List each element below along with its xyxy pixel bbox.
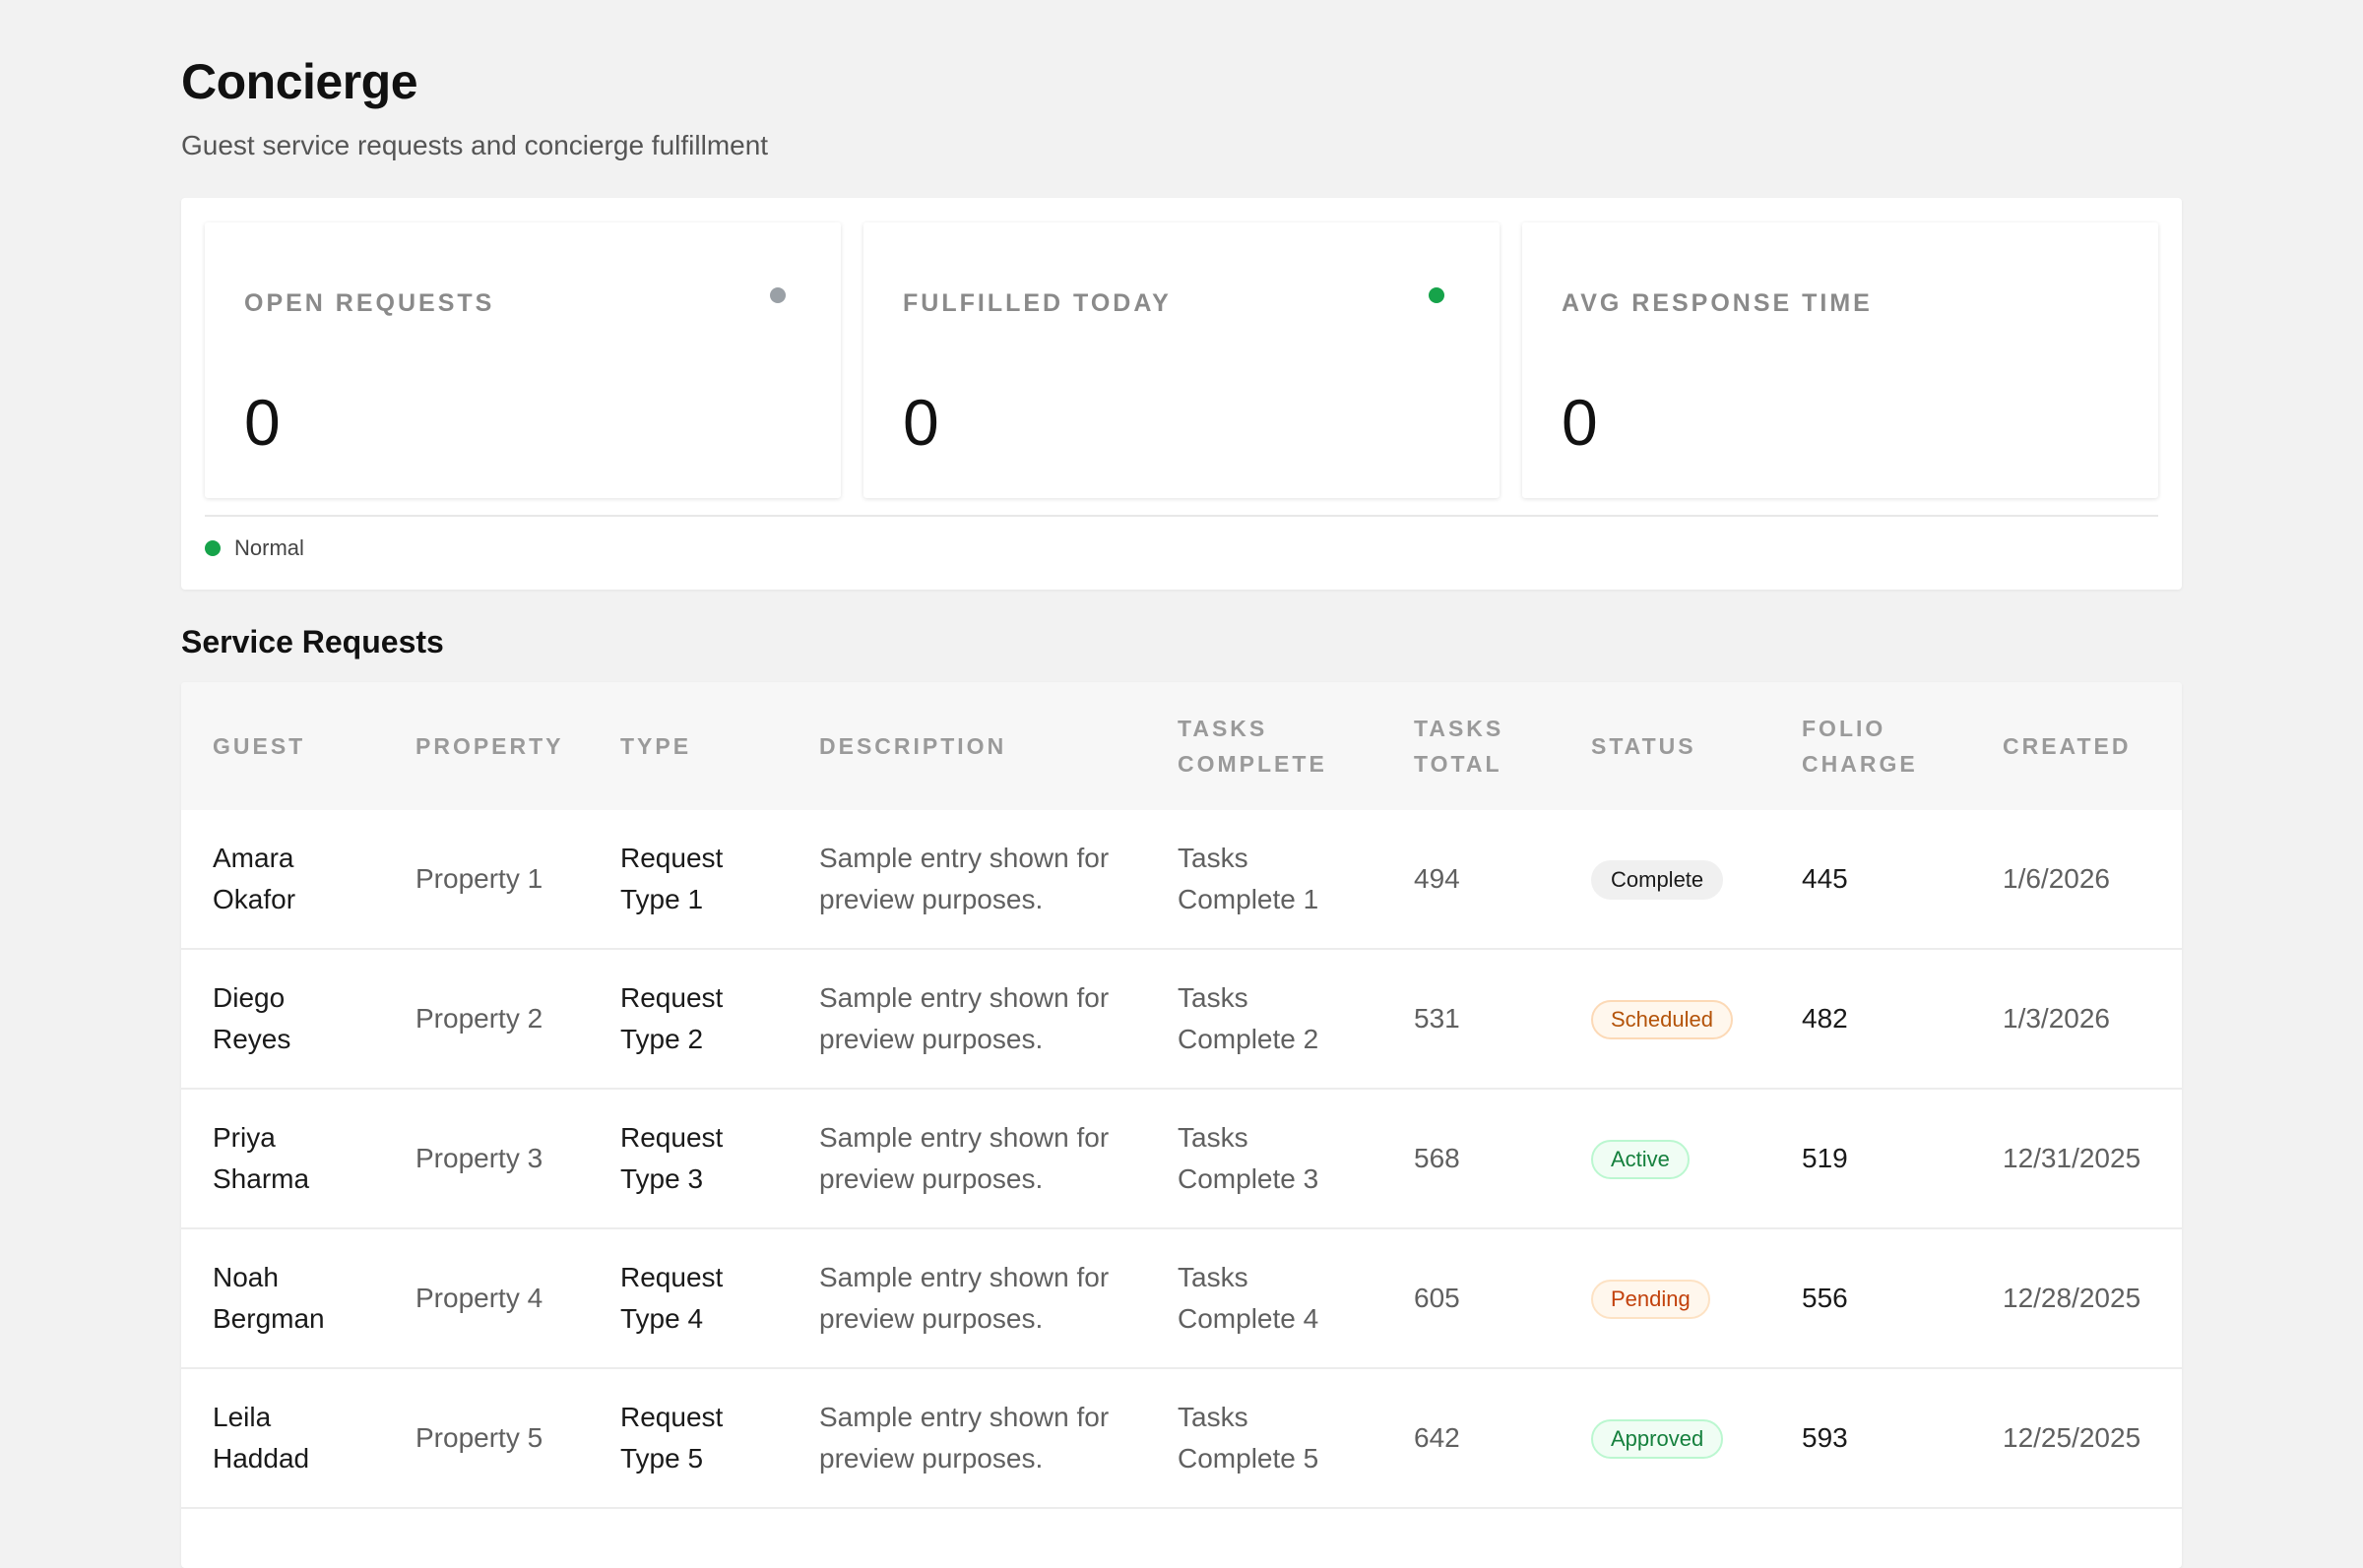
column-header-folio-charge[interactable]: FOLIO CHARGE <box>1802 711 1979 782</box>
stats-panel: OPEN REQUESTS 0 FULFILLED TODAY 0 AVG RE… <box>181 198 2182 590</box>
cell-type: Request Type 5 <box>620 1402 724 1474</box>
cell-tasks-complete: Tasks Complete 5 <box>1178 1402 1319 1474</box>
divider <box>205 515 2158 517</box>
cell-folio-charge: 482 <box>1802 1003 1848 1034</box>
cell-tasks-total: 605 <box>1414 1283 1460 1313</box>
column-header-tasks-complete[interactable]: TASKS COMPLETE <box>1178 711 1394 782</box>
column-header-property[interactable]: PROPERTY <box>415 728 593 764</box>
status-badge: Complete <box>1591 860 1724 900</box>
table-row[interactable]: Noah Bergman Property 4 Request Type 4 Samp… <box>181 1229 2182 1369</box>
stat-card-avg-response-time: AVG RESPONSE TIME 0 <box>1522 222 2158 498</box>
column-header-tasks-total[interactable]: TASKS TOTAL <box>1414 711 1571 782</box>
cell-created: 12/28/2025 <box>2003 1283 2141 1313</box>
cell-guest: Diego Reyes <box>213 982 291 1054</box>
cell-property: Property 5 <box>415 1422 543 1453</box>
cell-description: Sample entry shown for preview purposes. <box>819 843 1110 914</box>
table-row[interactable]: Diego Reyes Property 2 Request Type 2 Sampl… <box>181 950 2182 1090</box>
cell-description: Sample entry shown for preview purposes. <box>819 1402 1110 1474</box>
column-header-status[interactable]: STATUS <box>1591 728 1788 764</box>
column-header-created[interactable]: CREATED <box>2003 728 2180 764</box>
column-header-guest[interactable]: GUEST <box>213 728 390 764</box>
stat-value: 0 <box>244 386 281 459</box>
cell-created: 12/31/2025 <box>2003 1143 2141 1173</box>
status-dot-icon <box>205 540 221 556</box>
cell-created: 1/6/2026 <box>2003 863 2110 894</box>
cell-type: Request Type 4 <box>620 1262 724 1334</box>
stat-label: AVG RESPONSE TIME <box>1562 289 1873 317</box>
cell-folio-charge: 519 <box>1802 1143 1848 1173</box>
cell-tasks-complete: Tasks Complete 1 <box>1178 843 1319 914</box>
cell-tasks-complete: Tasks Complete 4 <box>1178 1262 1319 1334</box>
cell-created: 1/3/2026 <box>2003 1003 2110 1034</box>
status-badge: Scheduled <box>1591 1000 1733 1039</box>
column-header-description[interactable]: DESCRIPTION <box>819 728 1154 764</box>
cell-type: Request Type 3 <box>620 1122 724 1194</box>
cell-guest: Priya Sharma <box>213 1122 310 1194</box>
section-title: Service Requests <box>181 624 444 659</box>
cell-property: Property 1 <box>415 863 543 894</box>
stat-label: OPEN REQUESTS <box>244 289 495 317</box>
stat-card-fulfilled-today: FULFILLED TODAY 0 <box>863 222 1500 498</box>
cell-description: Sample entry shown for preview purposes. <box>819 1262 1110 1334</box>
page-title: Concierge <box>181 54 418 109</box>
service-requests-table: GUEST PROPERTY TYPE DESCRIPTION TASKS COMPLE… <box>181 682 2182 1568</box>
cell-description: Sample entry shown for preview purposes. <box>819 982 1110 1054</box>
cell-guest: Leila Haddad <box>213 1402 310 1474</box>
stat-value: 0 <box>1562 386 1598 459</box>
page-subtitle: Guest service requests and concierge ful… <box>181 130 769 160</box>
cell-type: Request Type 1 <box>620 843 724 914</box>
cell-tasks-total: 642 <box>1414 1422 1460 1453</box>
cell-tasks-total: 568 <box>1414 1143 1460 1173</box>
cell-property: Property 2 <box>415 1003 543 1034</box>
cell-created: 12/25/2025 <box>2003 1422 2141 1453</box>
table-header: GUEST PROPERTY TYPE DESCRIPTION TASKS COMPLE… <box>181 682 2182 810</box>
cell-guest: Amara Okafor <box>213 843 296 914</box>
cell-folio-charge: 556 <box>1802 1283 1848 1313</box>
table-row[interactable]: Priya Sharma Property 3 Request Type 3 Samp… <box>181 1090 2182 1229</box>
table-row[interactable]: Amara Okafor Property 1 Request Type 1 Samp… <box>181 810 2182 950</box>
cell-tasks-total: 494 <box>1414 863 1460 894</box>
cell-tasks-total: 531 <box>1414 1003 1460 1034</box>
stat-card-open-requests: OPEN REQUESTS 0 <box>205 222 841 498</box>
status-badge: Pending <box>1591 1280 1710 1319</box>
status-indicator-dot <box>770 287 786 303</box>
column-header-type[interactable]: TYPE <box>620 728 798 764</box>
cell-tasks-complete: Tasks Complete 3 <box>1178 1122 1319 1194</box>
cell-description: Sample entry shown for preview purposes. <box>819 1122 1110 1194</box>
cell-folio-charge: 593 <box>1802 1422 1848 1453</box>
system-status-label: Normal <box>234 535 304 560</box>
cell-folio-charge: 445 <box>1802 863 1848 894</box>
cell-property: Property 4 <box>415 1283 543 1313</box>
cell-type: Request Type 2 <box>620 982 724 1054</box>
stat-value: 0 <box>903 386 939 459</box>
status-badge: Active <box>1591 1140 1690 1179</box>
status-badge: Approved <box>1591 1419 1724 1459</box>
system-status: Normal <box>205 535 304 561</box>
stat-label: FULFILLED TODAY <box>903 289 1172 317</box>
cell-property: Property 3 <box>415 1143 543 1173</box>
status-indicator-dot <box>1429 287 1444 303</box>
table-row[interactable]: Leila Haddad Property 5 Request Type 5 Samp… <box>181 1369 2182 1509</box>
cell-guest: Noah Bergman <box>213 1262 325 1334</box>
cell-tasks-complete: Tasks Complete 2 <box>1178 982 1319 1054</box>
